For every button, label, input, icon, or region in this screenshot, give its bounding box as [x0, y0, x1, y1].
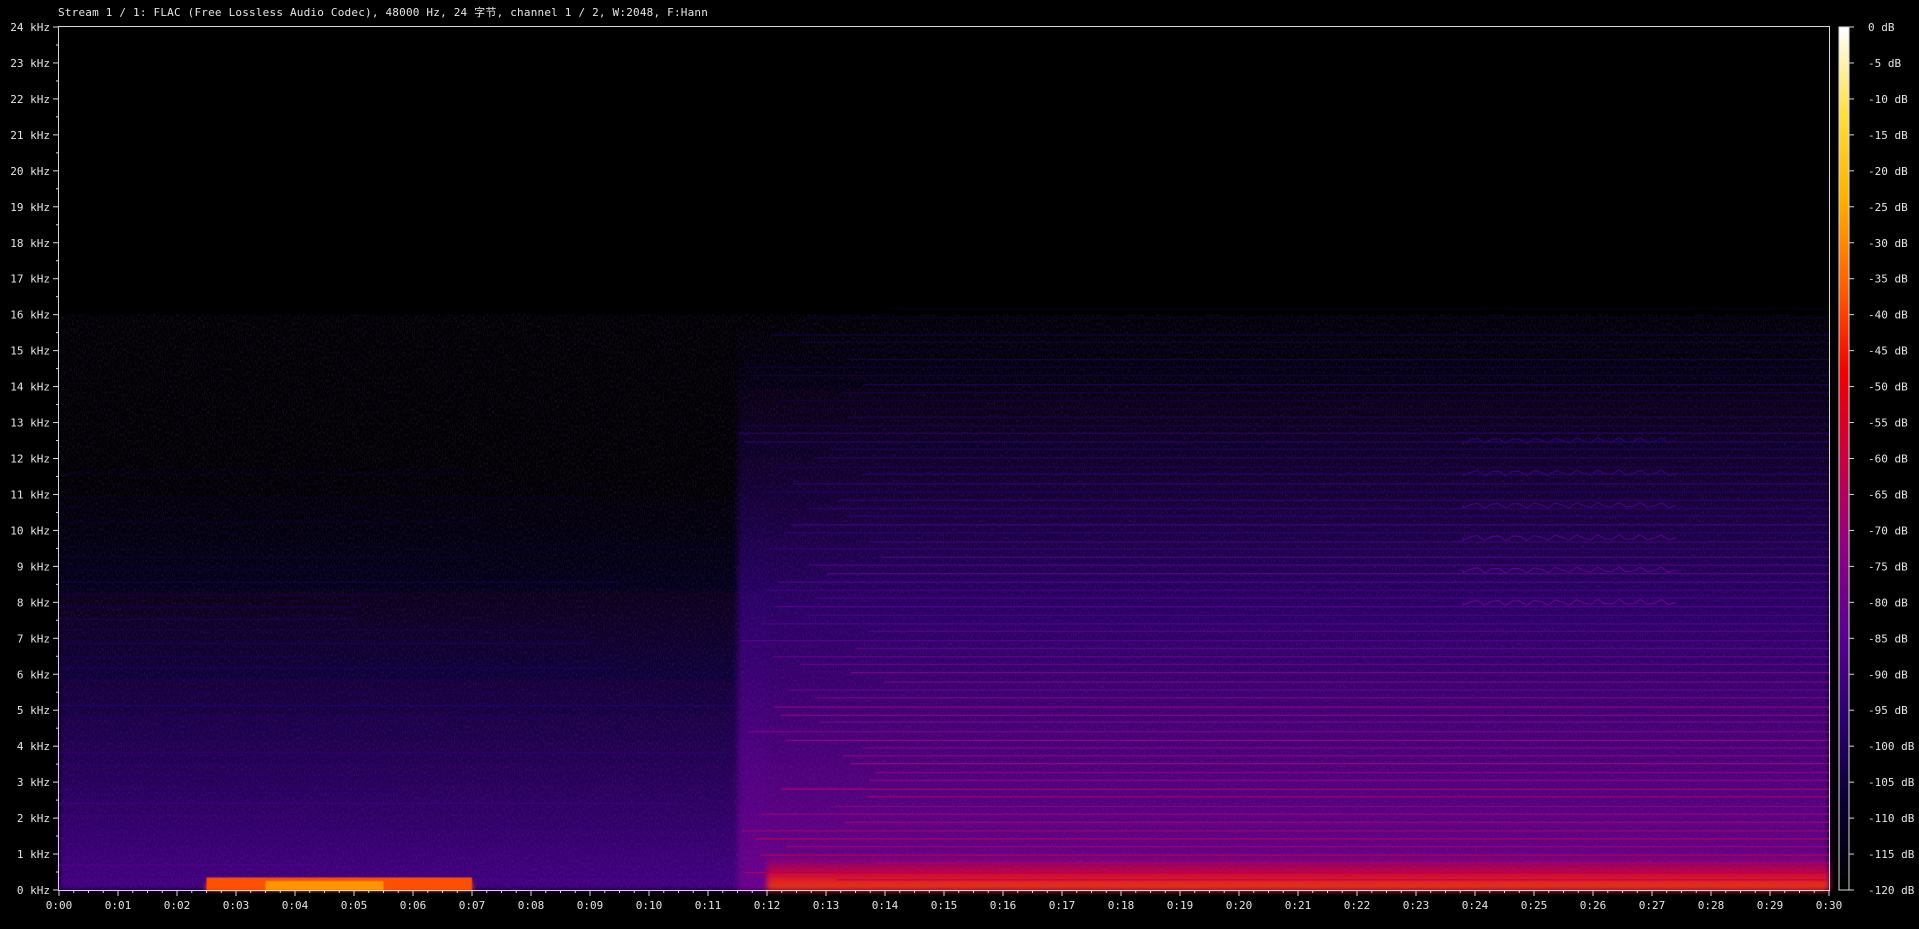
x-tick-label: 0:11 — [695, 899, 722, 912]
x-tick-label: 0:20 — [1226, 899, 1253, 912]
spectrogram-chart: 0 kHz 1 kHz 2 kHz 3 kHz 4 kHz 5 kHz 6 kHz 7 kHz… — [10, 21, 1915, 912]
x-tick-label: 0:03 — [223, 899, 250, 912]
y-tick-label: 20 kHz — [10, 165, 50, 178]
colorbar-tick-label: -15 dB — [1868, 129, 1908, 142]
y-tick-label: 4 kHz — [17, 740, 50, 753]
colorbar-tick-label: -95 dB — [1868, 704, 1908, 717]
x-tick-label: 0:18 — [1108, 899, 1135, 912]
y-tick-label: 13 kHz — [10, 417, 50, 430]
y-tick-label: 2 kHz — [17, 812, 50, 825]
colorbar-tick-label: -65 dB — [1868, 488, 1908, 501]
colorbar-tick-label: -100 dB — [1868, 740, 1915, 753]
colorbar-tick-label: -120 dB — [1868, 884, 1915, 897]
x-tick-label: 0:10 — [636, 899, 663, 912]
x-tick-label: 0:08 — [518, 899, 545, 912]
y-tick-label: 12 kHz — [10, 453, 50, 466]
y-tick-label: 11 kHz — [10, 488, 50, 501]
x-tick-label: 0:12 — [754, 899, 781, 912]
x-tick-label: 0:02 — [164, 899, 191, 912]
colorbar-tick-label: -75 dB — [1868, 560, 1908, 573]
y-tick-label: 14 kHz — [10, 381, 50, 394]
colorbar-tick-label: -115 dB — [1868, 848, 1915, 861]
colorbar-tick-label: -105 dB — [1868, 776, 1915, 789]
x-tick-label: 0:00 — [46, 899, 73, 912]
colorbar-tick-label: -40 dB — [1868, 309, 1908, 322]
x-tick-label: 0:15 — [931, 899, 958, 912]
y-tick-label: 16 kHz — [10, 309, 50, 322]
colorbar-tick-label: -50 dB — [1868, 381, 1908, 394]
colorbar-tick-label: -20 dB — [1868, 165, 1908, 178]
y-tick-label: 18 kHz — [10, 237, 50, 250]
colorbar-tick-label: -35 dB — [1868, 273, 1908, 286]
x-tick-label: 0:07 — [459, 899, 486, 912]
low-freq-burst-core — [265, 881, 384, 890]
y-tick-label: 3 kHz — [17, 776, 50, 789]
y-tick-label: 22 kHz — [10, 93, 50, 106]
x-tick-label: 0:05 — [341, 899, 368, 912]
y-tick-label: 23 kHz — [10, 57, 50, 70]
x-tick-label: 0:29 — [1757, 899, 1784, 912]
x-tick-label: 0:30 — [1816, 899, 1843, 912]
x-tick-label: 0:01 — [105, 899, 132, 912]
colorbar-tick-label: -30 dB — [1868, 237, 1908, 250]
colorbar-gradient — [1838, 26, 1850, 891]
colorbar: 0 dB -5 dB -10 dB -15 dB -20 dB -25 dB -30 dB -… — [1838, 21, 1915, 897]
y-tick-label: 19 kHz — [10, 201, 50, 214]
y-tick-label: 24 kHz — [10, 21, 50, 34]
y-tick-label: 17 kHz — [10, 273, 50, 286]
x-tick-label: 0:21 — [1285, 899, 1312, 912]
y-tick-label: 10 kHz — [10, 524, 50, 537]
colorbar-tick-label: -60 dB — [1868, 453, 1908, 466]
x-tick-label: 0:17 — [1049, 899, 1076, 912]
colorbar-tick-label: -25 dB — [1868, 201, 1908, 214]
x-tick-label: 0:24 — [1462, 899, 1489, 912]
x-tick-label: 0:22 — [1344, 899, 1371, 912]
x-tick-label: 0:27 — [1639, 899, 1666, 912]
x-tick-label: 0:19 — [1167, 899, 1194, 912]
y-tick-label: 15 kHz — [10, 345, 50, 358]
colorbar-tick-label: -55 dB — [1868, 417, 1908, 430]
y-tick-label: 0 kHz — [17, 884, 50, 897]
x-tick-label: 0:26 — [1580, 899, 1607, 912]
x-tick-label: 0:14 — [872, 899, 899, 912]
y-tick-label: 21 kHz — [10, 129, 50, 142]
x-tick-label: 0:09 — [577, 899, 604, 912]
colorbar-tick-label: -10 dB — [1868, 93, 1908, 106]
x-tick-label: 0:13 — [813, 899, 840, 912]
colorbar-tick-label: 0 dB — [1868, 21, 1895, 34]
y-tick-label: 1 kHz — [17, 848, 50, 861]
x-tick-label: 0:06 — [400, 899, 427, 912]
spectrogram-plot-area — [59, 27, 1829, 891]
colorbar-tick-label: -70 dB — [1868, 524, 1908, 537]
x-tick-label: 0:16 — [990, 899, 1017, 912]
x-tick-label: 0:28 — [1698, 899, 1725, 912]
y-tick-label: 7 kHz — [17, 632, 50, 645]
colorbar-tick-label: -90 dB — [1868, 668, 1908, 681]
x-tick-label: 0:23 — [1403, 899, 1430, 912]
colorbar-tick-label: -85 dB — [1868, 632, 1908, 645]
x-tick-label: 0:04 — [282, 899, 309, 912]
spectrogram-window: Stream 1 / 1: FLAC (Free Lossless Audio … — [0, 0, 1919, 929]
colorbar-tick-label: -5 dB — [1868, 57, 1901, 70]
colorbar-tick-label: -45 dB — [1868, 345, 1908, 358]
y-tick-label: 6 kHz — [17, 668, 50, 681]
y-tick-label: 9 kHz — [17, 560, 50, 573]
y-tick-label: 8 kHz — [17, 596, 50, 609]
x-tick-label: 0:25 — [1521, 899, 1548, 912]
colorbar-tick-label: -80 dB — [1868, 596, 1908, 609]
y-tick-label: 5 kHz — [17, 704, 50, 717]
colorbar-tick-label: -110 dB — [1868, 812, 1915, 825]
